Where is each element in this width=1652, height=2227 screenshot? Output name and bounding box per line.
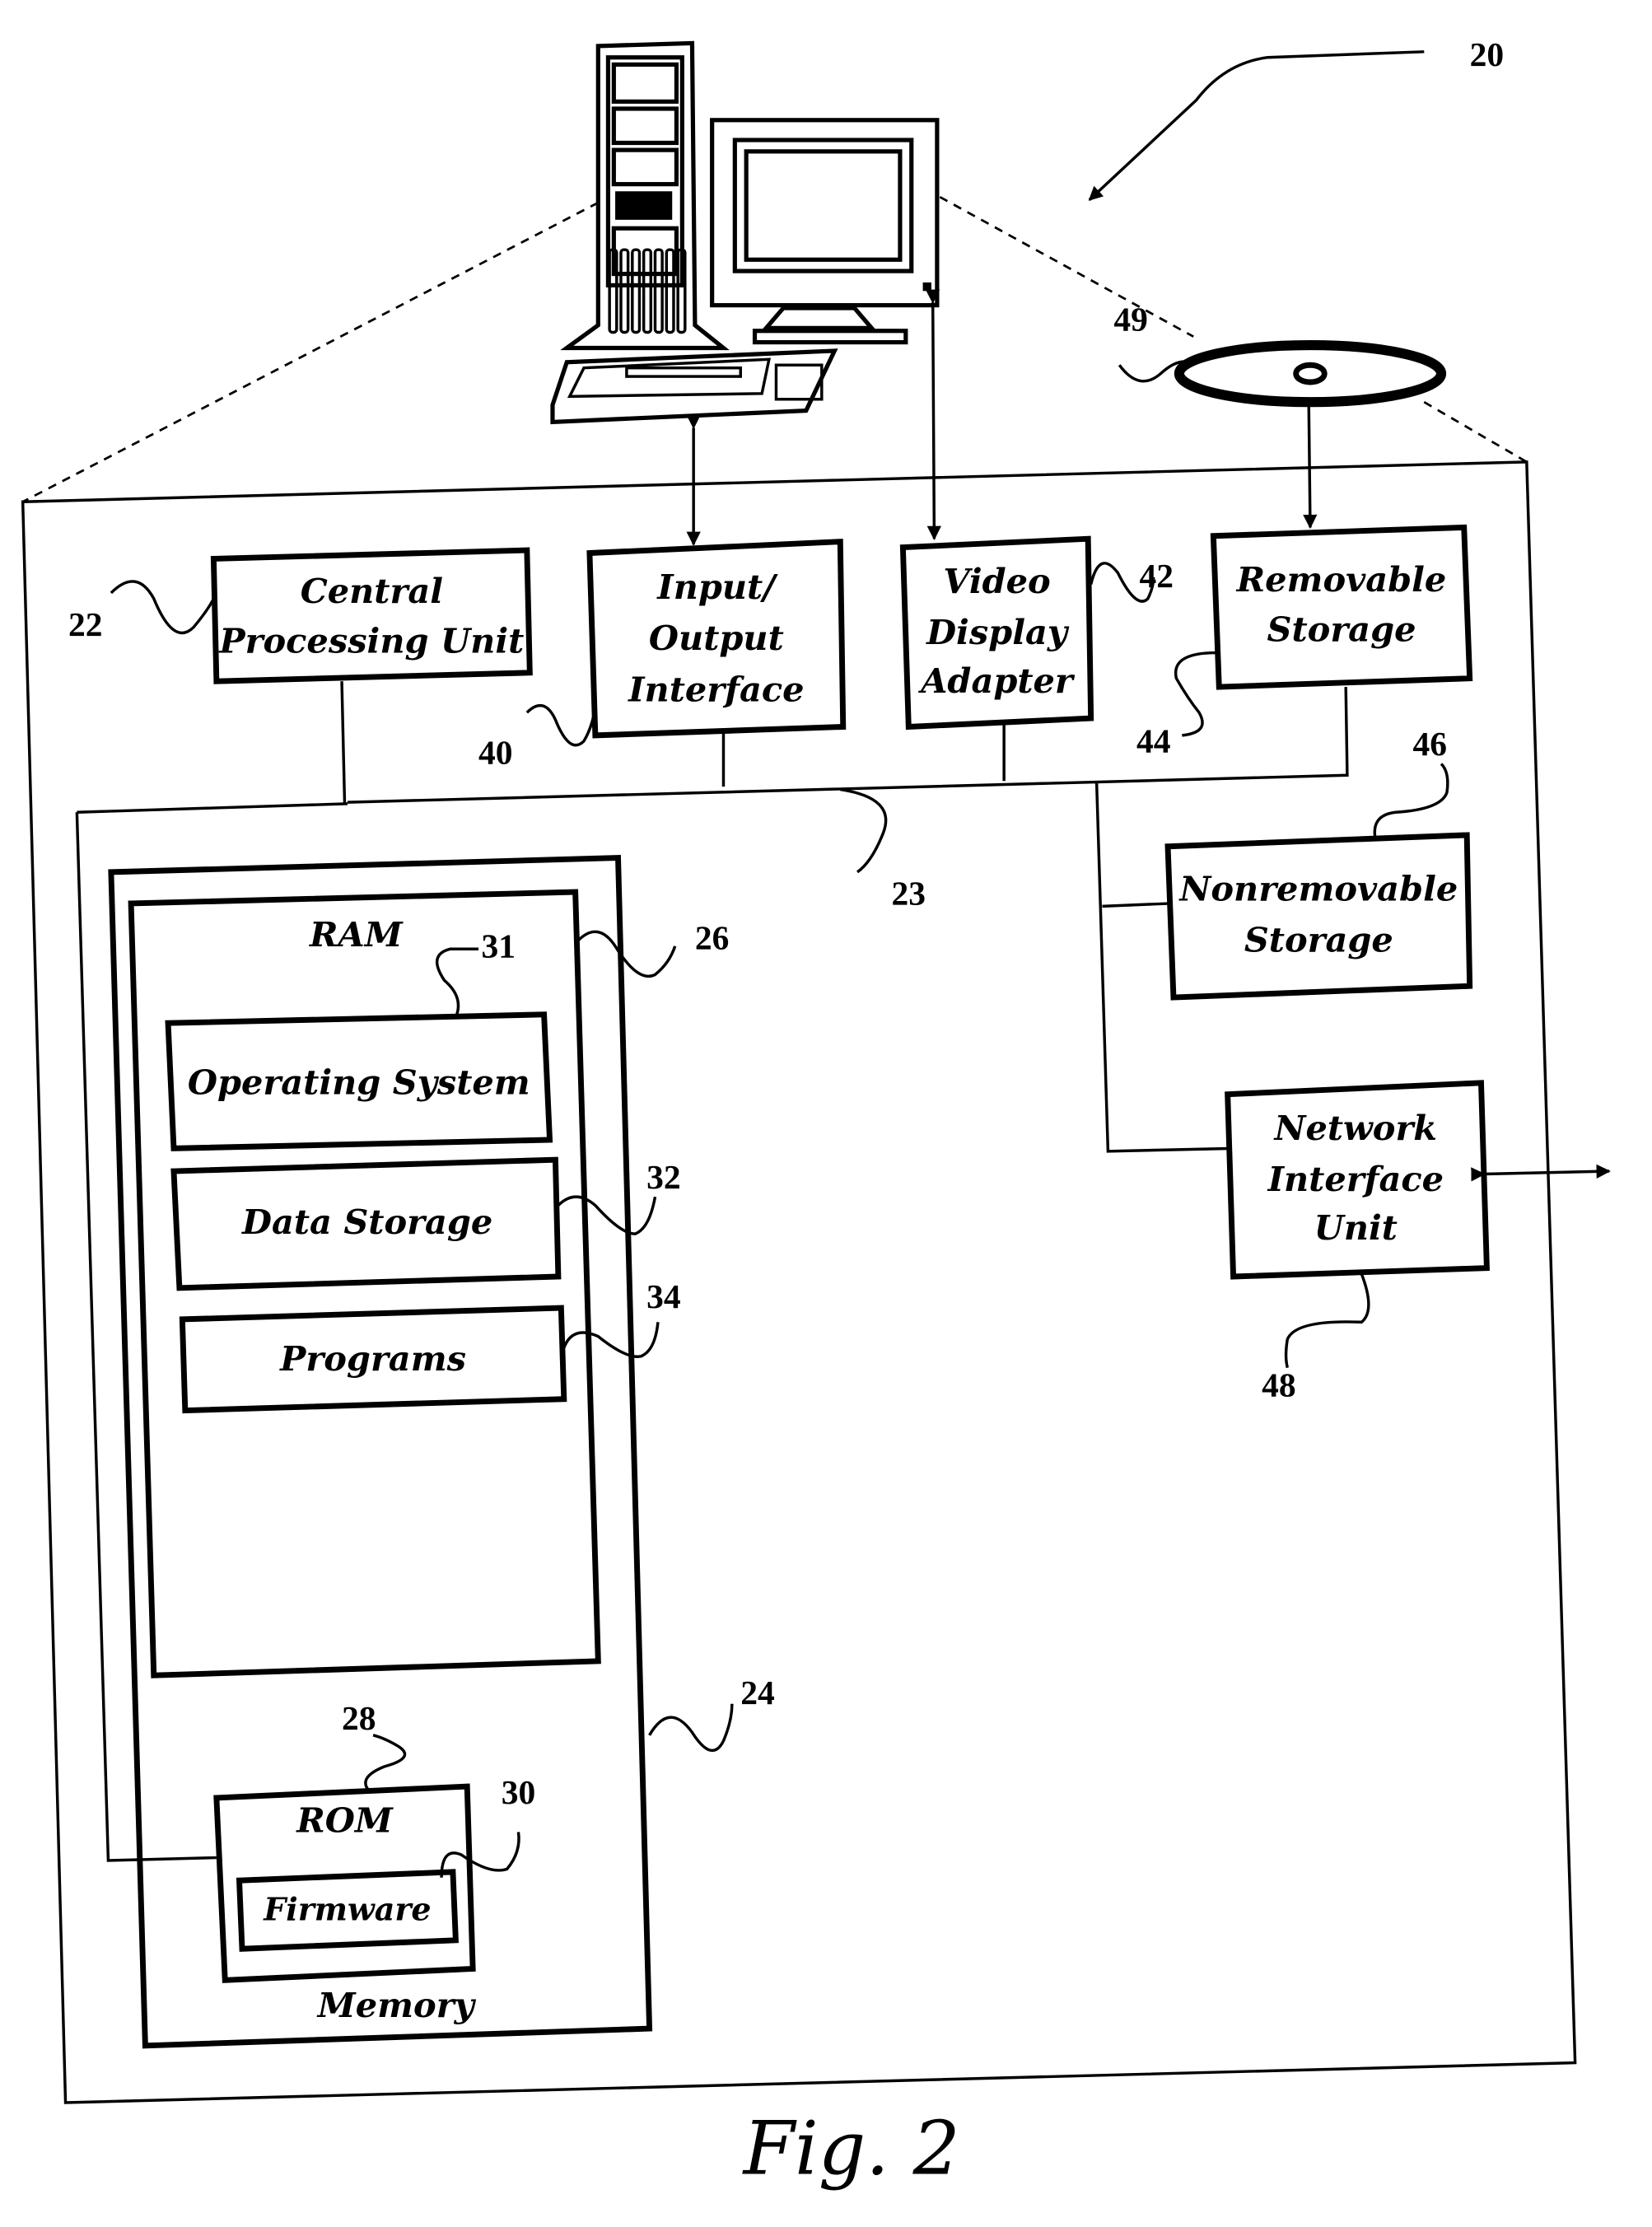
memory-label: Memory	[316, 1985, 477, 2025]
fig2-diagram: 20 49 23 Central Processing Unit 22 Inpu…	[21, 35, 1611, 2192]
ref-28: 28	[342, 1699, 376, 1737]
disc-link	[1303, 404, 1318, 530]
cpu-label-line1: Central	[301, 571, 443, 611]
video-link	[925, 289, 941, 540]
network-link	[1471, 1164, 1611, 1182]
leader-22	[110, 580, 215, 635]
network-label-line2: Interface	[1267, 1159, 1444, 1199]
ref-24: 24	[740, 1674, 774, 1711]
data-storage-block[interactable]: Data Storage	[170, 1156, 562, 1291]
ref-34: 34	[646, 1277, 681, 1315]
nonremovable-label-line2: Storage	[1244, 920, 1393, 960]
ref-48: 48	[1262, 1366, 1296, 1403]
ref-23: 23	[892, 875, 926, 913]
ref-46: 46	[1412, 725, 1447, 763]
firmware-block[interactable]: Firmware	[236, 1869, 459, 1952]
figure-caption: Fig. 2	[742, 2106, 960, 2192]
network-label-line3: Unit	[1314, 1207, 1398, 1248]
leader-23	[840, 787, 888, 874]
operating-system-block[interactable]: Operating System	[165, 1011, 553, 1151]
leader-26	[576, 930, 677, 978]
ram-label: RAM	[309, 914, 404, 955]
system-arrow	[1088, 50, 1425, 201]
leader-40	[525, 703, 597, 747]
leader-34	[562, 1322, 660, 1358]
ref-49: 49	[1113, 301, 1148, 338]
programs-block[interactable]: Programs	[179, 1305, 567, 1414]
leader-48	[1284, 1272, 1370, 1369]
keyboard-icon	[550, 348, 838, 425]
leader-32	[557, 1195, 657, 1235]
leader-28	[364, 1734, 407, 1794]
ref-42: 42	[1139, 557, 1174, 595]
nonremovable-label-line1: Nonremovable	[1178, 868, 1458, 908]
rom-label: ROM	[296, 1800, 394, 1840]
perspective-line-left	[22, 201, 599, 503]
video-label-line1: Video	[943, 561, 1050, 601]
removable-label-line2: Storage	[1267, 609, 1416, 650]
firmware-label: Firmware	[263, 1891, 431, 1928]
monitor-icon	[710, 118, 940, 345]
video-label-line3: Adapter	[917, 661, 1076, 701]
data-storage-label: Data Storage	[241, 1202, 492, 1242]
os-label: Operating System	[188, 1062, 530, 1103]
io-label-line2: Output	[649, 618, 784, 658]
perspective-line-right-1	[939, 195, 1194, 338]
network-label-line1: Network	[1273, 1108, 1438, 1148]
ref-31: 31	[482, 927, 516, 965]
io-label-line3: Interface	[628, 669, 804, 709]
leader-31	[436, 947, 479, 1018]
ref-22: 22	[68, 605, 102, 643]
removable-storage-block[interactable]: Removable Storage	[1210, 524, 1473, 690]
ref-30: 30	[502, 1773, 536, 1811]
video-label-line2: Display	[926, 612, 1070, 652]
cpu-label-line2: Processing Unit	[218, 621, 524, 661]
ref-26: 26	[695, 918, 730, 956]
video-display-adapter-block[interactable]: Video Display Adapter	[899, 535, 1094, 731]
ref-32: 32	[646, 1158, 681, 1196]
ref-44: 44	[1136, 722, 1171, 760]
leader-24	[648, 1703, 734, 1752]
programs-label: Programs	[279, 1338, 466, 1379]
nonremovable-storage-block[interactable]: Nonremovable Storage	[1164, 832, 1473, 1001]
computer-tower-icon	[560, 40, 730, 351]
network-interface-unit-block[interactable]: Network Interface Unit	[1225, 1080, 1490, 1280]
leader-46	[1373, 763, 1449, 842]
cpu-block[interactable]: Central Processing Unit	[210, 547, 533, 684]
ref-20: 20	[1470, 35, 1505, 73]
disc-icon	[1174, 339, 1447, 408]
perspective-line-right-2	[1423, 401, 1528, 464]
removable-label-line1: Removable	[1236, 559, 1447, 600]
ref-40: 40	[478, 733, 513, 771]
io-label-line1: Input/	[656, 567, 778, 607]
io-interface-block[interactable]: Input/ Output Interface	[586, 539, 847, 739]
leader-44	[1174, 651, 1216, 737]
